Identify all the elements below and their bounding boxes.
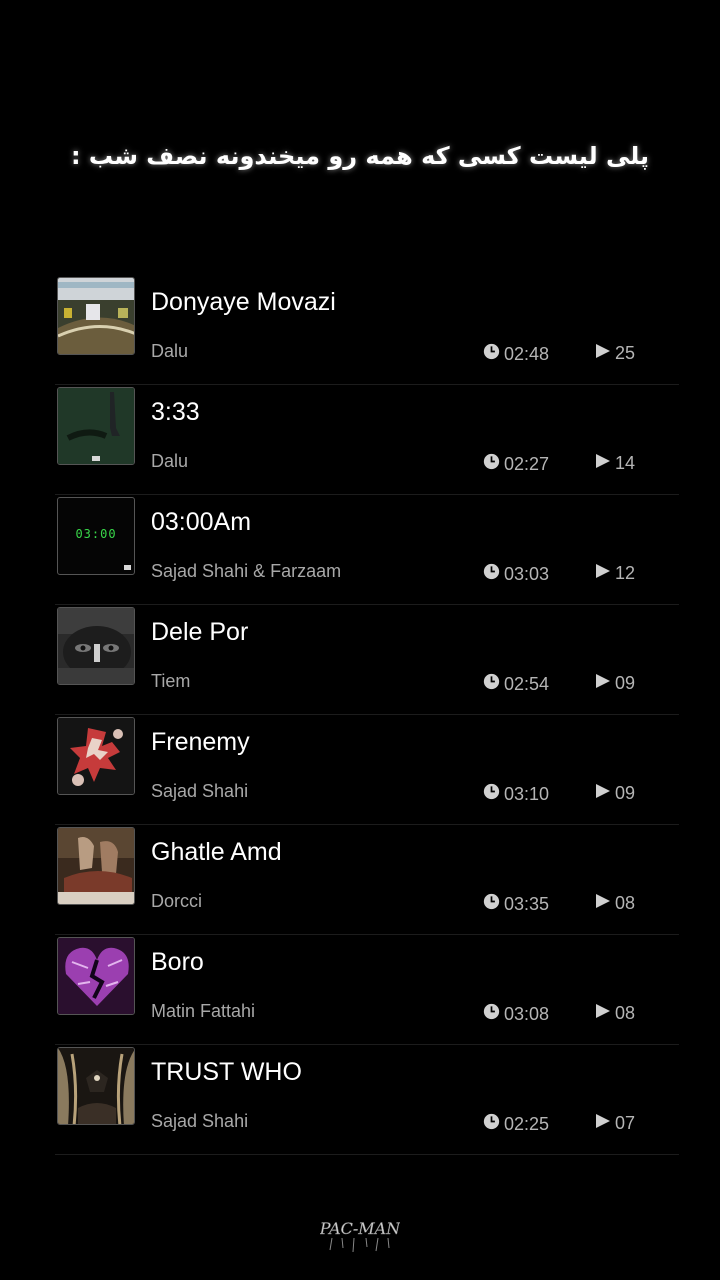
track-artist: Sajad Shahi <box>151 1111 249 1131</box>
playlist-title: پلی لیست کسی که همه رو میخندونه نصف شب : <box>70 142 650 170</box>
play-icon <box>595 343 611 364</box>
clock-icon <box>483 563 500 585</box>
plays-value: 25 <box>615 343 636 363</box>
track-duration: 03:10 <box>483 783 549 805</box>
track-duration: 03:08 <box>483 1003 549 1025</box>
track-artist: Tiem <box>151 671 191 691</box>
track-title: Ghatle Amd <box>151 838 282 866</box>
play-icon <box>595 1003 611 1024</box>
clock-icon <box>483 343 500 365</box>
track-plays: 08 <box>595 1003 635 1024</box>
clock-icon <box>483 673 500 695</box>
track-duration: 02:25 <box>483 1113 549 1135</box>
track-row[interactable]: Donyaye Movazi Dalu 02:48 25 <box>55 275 679 385</box>
track-title: 03:00Am <box>151 508 252 536</box>
duration-value: 02:25 <box>504 1113 550 1134</box>
play-icon <box>595 893 611 914</box>
track-duration: 03:03 <box>483 563 549 585</box>
track-title: 3:33 <box>151 398 200 426</box>
clock-icon <box>483 1003 500 1025</box>
track-row[interactable]: Boro Matin Fattahi 03:08 08 <box>55 935 679 1045</box>
clock-icon <box>483 1113 500 1135</box>
play-icon <box>595 453 611 474</box>
track-plays: 07 <box>595 1113 635 1134</box>
duration-value: 02:27 <box>504 453 550 474</box>
plays-value: 08 <box>615 1003 636 1023</box>
track-duration: 02:48 <box>483 343 549 365</box>
track-artist: Dalu <box>151 341 189 361</box>
track-plays: 12 <box>595 563 635 584</box>
track-row[interactable]: 03:00 03:00Am Sajad Shahi & Farzaam 03:0… <box>55 495 679 605</box>
album-cover <box>57 937 135 1015</box>
track-artist: Sajad Shahi <box>151 781 249 801</box>
track-duration: 02:27 <box>483 453 549 475</box>
duration-value: 02:54 <box>504 673 550 694</box>
track-plays: 08 <box>595 893 635 914</box>
track-plays: 14 <box>595 453 635 474</box>
duration-value: 03:10 <box>504 783 550 804</box>
track-row[interactable]: Ghatle Amd Dorcci 03:35 08 <box>55 825 679 935</box>
track-row[interactable]: Dele Por Tiem 02:54 09 <box>55 605 679 715</box>
clock-icon <box>483 453 500 475</box>
track-title: Dele Por <box>151 618 249 646</box>
clock-icon <box>483 783 500 805</box>
track-duration: 03:35 <box>483 893 549 915</box>
track-title: Donyaye Movazi <box>151 288 336 316</box>
track-row[interactable]: TRUST WHO Sajad Shahi 02:25 07 <box>55 1045 679 1155</box>
track-plays: 25 <box>595 343 635 364</box>
watermark-logo: PAC-MAN <box>0 1204 720 1258</box>
play-icon <box>595 1113 611 1134</box>
play-icon <box>595 783 611 804</box>
track-list: Donyaye Movazi Dalu 02:48 25 3:33 Dalu 0… <box>55 275 679 1155</box>
track-artist: Dalu <box>151 451 189 471</box>
track-row[interactable]: 3:33 Dalu 02:27 14 <box>55 385 679 495</box>
album-cover <box>57 1047 135 1125</box>
track-title: Frenemy <box>151 728 250 756</box>
track-plays: 09 <box>595 673 635 694</box>
track-plays: 09 <box>595 783 635 804</box>
clock-icon <box>483 893 500 915</box>
album-cover <box>57 827 135 905</box>
track-artist: Matin Fattahi <box>151 1001 256 1021</box>
track-artist: Sajad Shahi & Farzaam <box>151 561 342 581</box>
track-title: Boro <box>151 948 204 976</box>
duration-value: 02:48 <box>504 343 550 364</box>
duration-value: 03:08 <box>504 1003 550 1024</box>
track-title: TRUST WHO <box>151 1058 302 1086</box>
album-cover <box>57 277 135 355</box>
plays-value: 09 <box>615 783 636 803</box>
track-artist: Dorcci <box>151 891 203 911</box>
play-icon <box>595 563 611 584</box>
plays-value: 07 <box>615 1113 636 1133</box>
track-duration: 02:54 <box>483 673 549 695</box>
duration-value: 03:35 <box>504 893 550 914</box>
album-cover: 03:00 <box>57 497 135 575</box>
plays-value: 14 <box>615 453 636 473</box>
plays-value: 08 <box>615 893 636 913</box>
track-row[interactable]: Frenemy Sajad Shahi 03:10 09 <box>55 715 679 825</box>
plays-value: 12 <box>615 563 636 583</box>
play-icon <box>595 673 611 694</box>
album-cover <box>57 717 135 795</box>
album-cover <box>57 607 135 685</box>
svg-text:PAC-MAN: PAC-MAN <box>320 1219 400 1238</box>
duration-value: 03:03 <box>504 563 550 584</box>
album-cover <box>57 387 135 465</box>
plays-value: 09 <box>615 673 636 693</box>
